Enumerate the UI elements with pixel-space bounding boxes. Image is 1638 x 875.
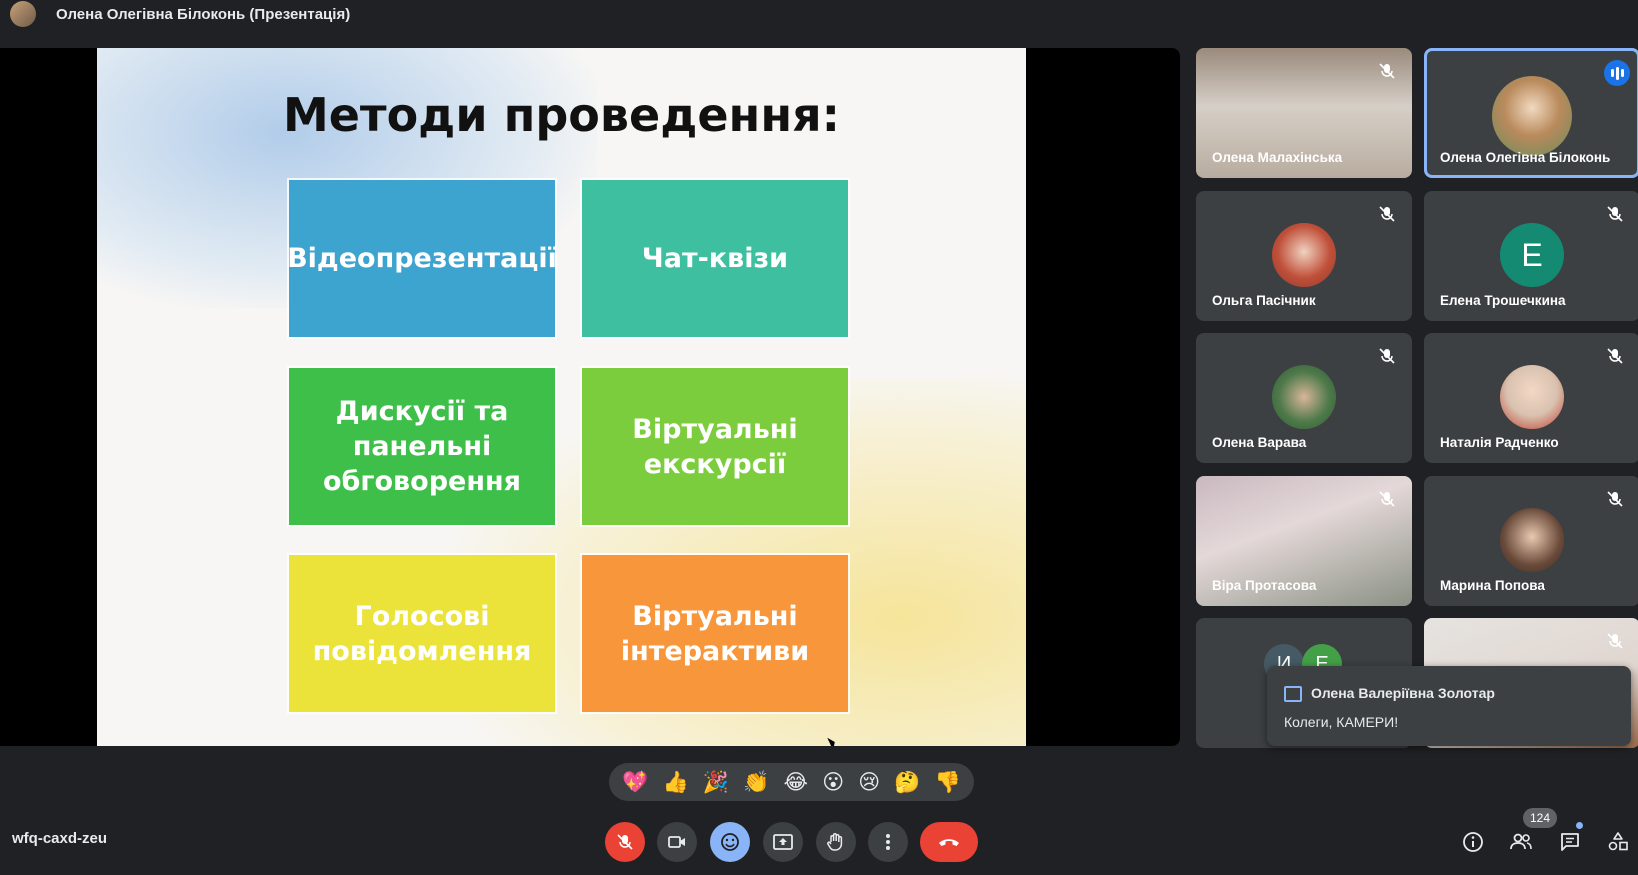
participant-name: Наталія Радченко: [1440, 435, 1559, 450]
microphone-toggle-button[interactable]: [605, 822, 645, 862]
participant-name: Ольга Пасічник: [1212, 293, 1316, 308]
reactions-button[interactable]: [710, 822, 750, 862]
participant-tile[interactable]: Олена Олегівна Білоконь: [1424, 48, 1638, 178]
people-button[interactable]: [1507, 828, 1535, 856]
activities-icon: [1608, 832, 1628, 851]
slide-tile-chat-quizzes: Чат-квізи: [582, 180, 848, 337]
emoji-icon: [721, 833, 739, 851]
slide-title: Методи проведення:: [282, 88, 841, 142]
present-screen-button[interactable]: [763, 822, 803, 862]
avatar: Е: [1500, 223, 1564, 287]
mic-off-icon: [1607, 491, 1623, 507]
leave-call-icon: [939, 839, 959, 846]
thumbs-up-reaction-icon[interactable]: 👍: [662, 770, 688, 795]
info-icon: [1463, 832, 1483, 852]
slide-tile-video-presentations: Відеопрезентації: [287, 180, 557, 337]
avatar: [1500, 365, 1564, 429]
chat-message: Колеги, КАМЕРИ!: [1284, 714, 1399, 730]
participant-tile[interactable]: Віра Протасова: [1196, 476, 1412, 606]
camera-icon: [668, 836, 685, 848]
presentation-slide: Методи проведення: Відеопрезентації Чат-…: [97, 48, 1026, 746]
participant-name: Елена Трошечкина: [1440, 293, 1566, 308]
mic-off-icon: [1607, 206, 1623, 222]
participant-name: Віра Протасова: [1212, 578, 1317, 593]
mic-off-icon: [1379, 63, 1395, 79]
avatar: [1492, 76, 1572, 156]
chat-button[interactable]: [1556, 828, 1584, 856]
crying-reaction-icon[interactable]: 😢: [858, 770, 880, 794]
slide-tile-discussions: Дискусії та панельні обговорення: [289, 368, 555, 525]
mic-off-icon: [1379, 348, 1395, 364]
camera-toggle-button[interactable]: [657, 822, 697, 862]
meeting-code: wfq-caxd-zeu: [12, 830, 108, 847]
mic-off-icon: [1607, 633, 1623, 649]
chat-icon: [1284, 686, 1302, 702]
chat-notification[interactable]: Олена Валеріївна Золотар Колеги, КАМЕРИ!: [1267, 666, 1631, 746]
meeting-details-button[interactable]: [1459, 828, 1487, 856]
presentation-stage: Методи проведення: Відеопрезентації Чат-…: [0, 48, 1180, 746]
more-options-icon: [886, 834, 890, 850]
participant-tile[interactable]: Наталія Радченко: [1424, 333, 1638, 463]
participant-tile[interactable]: Марина Попова: [1424, 476, 1638, 606]
thumbs-down-reaction-icon[interactable]: 👎: [935, 770, 961, 795]
activities-button[interactable]: [1604, 828, 1632, 856]
window-title: Олена Олегівна Білоконь (Презентація): [56, 5, 351, 23]
clapping-reaction-icon[interactable]: 👏: [743, 770, 769, 795]
participant-tile[interactable]: Е Елена Трошечкина: [1424, 191, 1638, 321]
mic-off-icon: [1379, 206, 1395, 222]
avatar: [1500, 508, 1564, 572]
slide-tile-virtual-tours: Віртуальні екскурсії: [582, 368, 848, 525]
mic-off-icon: [1379, 491, 1395, 507]
participant-tile[interactable]: Ольга Пасічник: [1196, 191, 1412, 321]
sparkling-heart-reaction-icon[interactable]: 💖: [622, 770, 648, 795]
participant-count-badge: 124: [1523, 808, 1557, 828]
top-bar: Олена Олегівна Білоконь (Презентація): [0, 0, 1638, 28]
laughing-reaction-icon[interactable]: 😂: [783, 770, 808, 794]
raise-hand-button[interactable]: [816, 822, 856, 862]
chat-unread-dot: [1576, 822, 1583, 829]
party-popper-reaction-icon[interactable]: 🎉: [703, 770, 729, 795]
participant-tile[interactable]: Олена Малахінська: [1196, 48, 1412, 178]
reactions-bar: 💖 👍 🎉 👏 😂 😮 😢 🤔 👎: [609, 763, 974, 801]
more-options-button[interactable]: [868, 822, 908, 862]
leave-call-button[interactable]: [920, 822, 978, 862]
speaking-indicator-icon: [1604, 60, 1630, 86]
avatar: [1272, 223, 1336, 287]
raise-hand-icon: [827, 833, 843, 851]
people-icon: [1510, 833, 1532, 850]
avatar: [1272, 365, 1336, 429]
slide-tile-virtual-interactives: Віртуальні інтерактиви: [582, 555, 848, 712]
participant-name: Олена Олегівна Білоконь: [1440, 150, 1611, 165]
mic-off-icon: [617, 834, 633, 850]
present-icon: [773, 834, 793, 850]
chat-sender: Олена Валеріївна Золотар: [1311, 685, 1495, 701]
participant-name: Марина Попова: [1440, 578, 1545, 593]
participant-name: Олена Малахінська: [1212, 150, 1343, 165]
mic-off-icon: [1607, 348, 1623, 364]
participant-tile[interactable]: Олена Варава: [1196, 333, 1412, 463]
slide-tile-voice-messages: Голосові повідомлення: [289, 555, 555, 712]
surprised-reaction-icon[interactable]: 😮: [822, 770, 844, 794]
chat-icon: [1561, 833, 1579, 851]
thinking-reaction-icon[interactable]: 🤔: [894, 770, 920, 795]
participant-name: Олена Варава: [1212, 435, 1307, 450]
presenter-avatar: [10, 1, 36, 27]
